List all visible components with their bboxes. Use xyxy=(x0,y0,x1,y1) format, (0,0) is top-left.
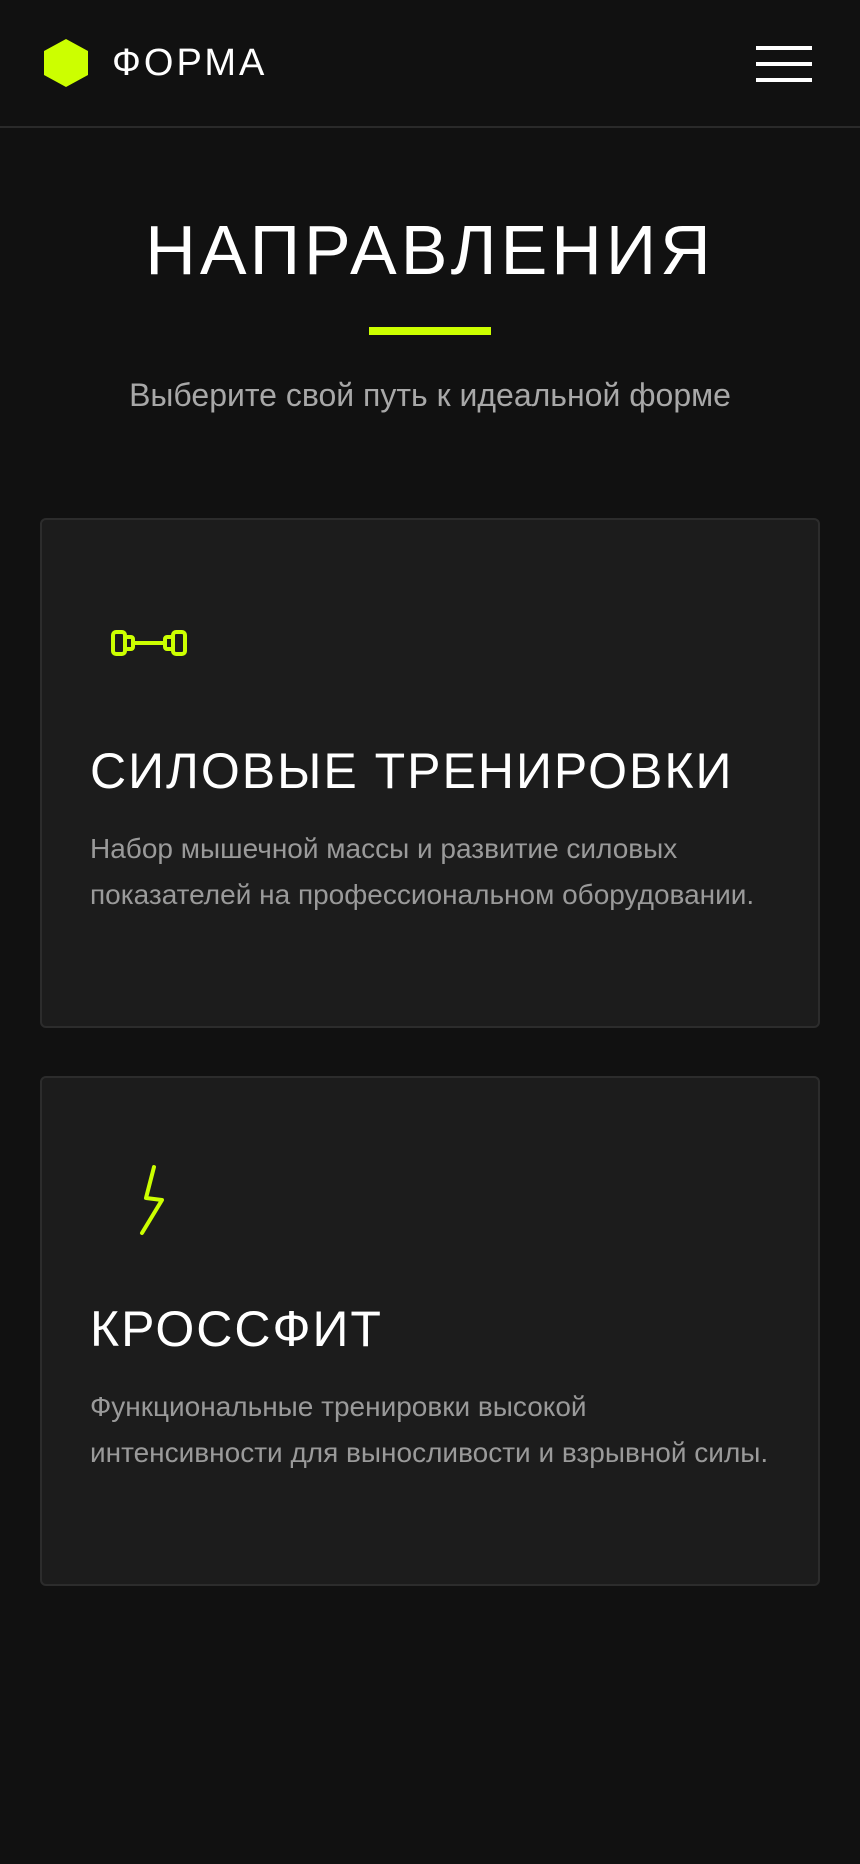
card-description: Функциональные тренировки высокой интенс… xyxy=(90,1391,769,1468)
site-header: ФОРМА xyxy=(0,0,860,128)
direction-card-crossfit[interactable]: КРОССФИТ Функциональные тренировки высок… xyxy=(40,1076,820,1586)
logo[interactable]: ФОРМА xyxy=(40,37,267,89)
menu-line xyxy=(756,46,812,50)
card-title: КРОССФИТ xyxy=(90,1301,383,1357)
card-description: Набор мышечной массы и развитие силовых … xyxy=(90,833,755,910)
card-title: СИЛОВЫЕ ТРЕНИРОВКИ xyxy=(90,743,734,799)
hexagon-logo-icon xyxy=(44,39,88,87)
dumbbell-icon xyxy=(111,630,187,656)
section-subtitle: Выберите свой путь к идеальной форме xyxy=(129,377,731,413)
direction-card-strength[interactable]: СИЛОВЫЕ ТРЕНИРОВКИ Набор мышечной массы … xyxy=(40,518,820,1028)
section-title: НАПРАВЛЕНИЯ xyxy=(145,211,715,289)
menu-line xyxy=(756,78,812,82)
title-underline xyxy=(369,327,491,335)
menu-line xyxy=(756,62,812,66)
hamburger-menu-icon[interactable] xyxy=(756,44,812,84)
logo-text: ФОРМА xyxy=(112,42,268,84)
lightning-icon xyxy=(140,1165,164,1235)
